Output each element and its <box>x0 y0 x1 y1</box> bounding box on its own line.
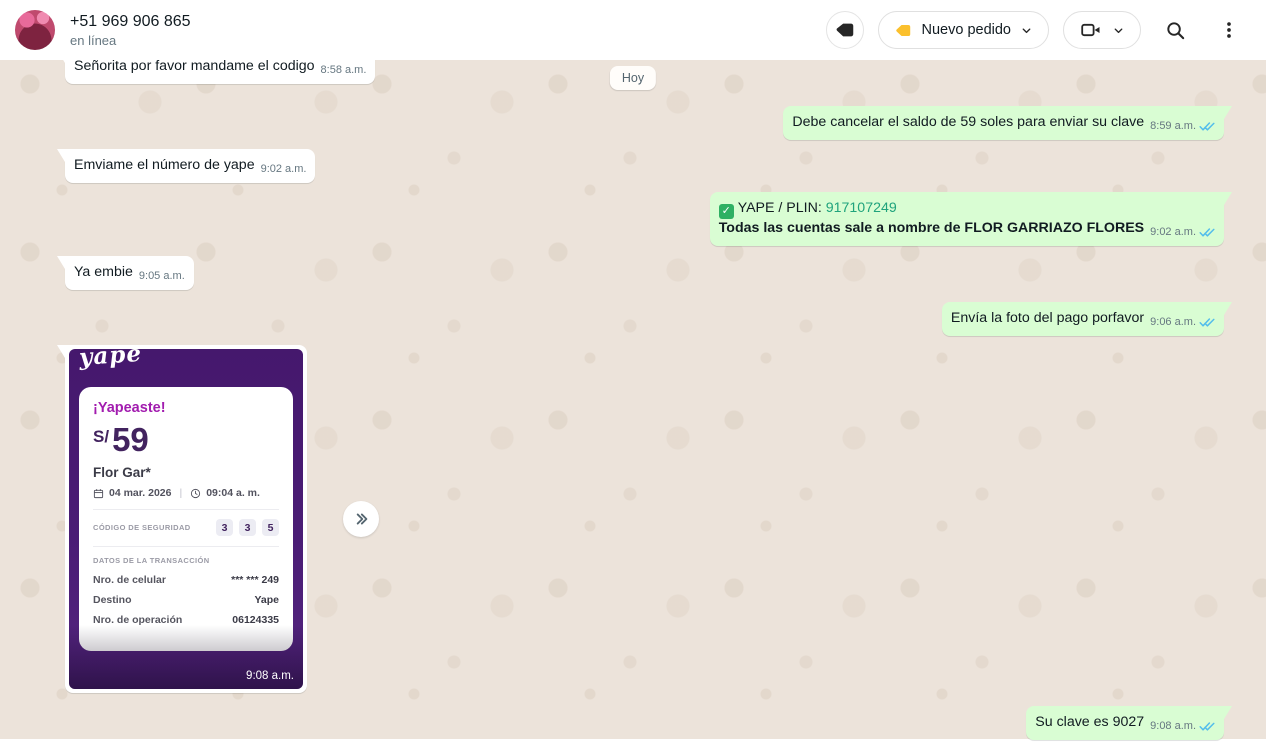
check-emoji: ✓ <box>719 204 734 219</box>
outgoing-message[interactable]: Debe cancelar el saldo de 59 soles para … <box>783 106 1224 140</box>
incoming-message[interactable]: Emviame el número de yape 9:02 a.m. <box>65 149 315 183</box>
transaction-row: Nro. de celular *** *** 249 <box>93 572 279 589</box>
menu-button[interactable] <box>1209 10 1249 50</box>
message-row: Envía la foto del pago porfavor 9:06 a.m… <box>65 302 1224 336</box>
order-tag-icon <box>894 21 913 40</box>
receipt-card: ¡Yapeaste! S/ 59 Flor Gar* 04 mar. 2026 … <box>79 387 293 651</box>
contact-status: en línea <box>70 32 191 50</box>
message-text: YAPE / PLIN: <box>738 200 822 216</box>
message-line-1: ✓ YAPE / PLIN: 917107249 <box>719 199 1215 219</box>
message-row: Su clave es 9027 9:08 a.m. <box>65 706 1224 740</box>
row-value: 06124335 <box>232 612 279 629</box>
receipt-date: 04 mar. 2026 <box>109 487 171 499</box>
video-call-button[interactable] <box>1063 11 1141 49</box>
forward-icon <box>351 509 371 529</box>
row-label: Nro. de celular <box>93 572 166 589</box>
separator: | <box>179 487 182 499</box>
yape-logo: yape <box>78 349 143 371</box>
read-receipt-icon <box>1199 121 1215 132</box>
message-time: 9:02 a.m. <box>261 160 307 179</box>
incoming-image-message[interactable]: yape ¡Yapeaste! S/ 59 Flor Gar* 04 ma <box>65 345 307 693</box>
currency-symbol: S/ <box>93 427 109 447</box>
incoming-message[interactable]: Ya embie 9:05 a.m. <box>65 256 194 290</box>
search-icon <box>1164 19 1187 42</box>
amount-value: 59 <box>112 424 149 456</box>
contact-name: +51 969 906 865 <box>70 11 191 32</box>
read-receipt-icon <box>1199 721 1215 732</box>
receipt-datetime: 04 mar. 2026 | 09:04 a. m. <box>93 487 279 499</box>
whatsapp-window: +51 969 906 865 en línea Nuevo pedido <box>0 0 1266 749</box>
yape-receipt-image[interactable]: yape ¡Yapeaste! S/ 59 Flor Gar* 04 ma <box>69 349 303 689</box>
message-time: 9:08 a.m. <box>1150 717 1196 736</box>
new-order-button[interactable]: Nuevo pedido <box>878 11 1050 49</box>
security-code-label: CÓDIGO DE SEGURIDAD <box>93 523 191 532</box>
security-digit: 5 <box>262 519 279 536</box>
clock-icon <box>190 488 201 499</box>
transaction-data-label: DATOS DE LA TRANSACCIÓN <box>93 556 279 565</box>
outgoing-message[interactable]: Su clave es 9027 9:08 a.m. <box>1026 706 1224 740</box>
forward-message-button[interactable] <box>343 501 379 537</box>
security-digit: 3 <box>216 519 233 536</box>
kebab-menu-icon <box>1218 19 1240 41</box>
transaction-rows: Nro. de celular *** *** 249 Destino Yape… <box>93 572 279 629</box>
message-time: 8:59 a.m. <box>1150 117 1196 136</box>
contact-avatar[interactable] <box>15 10 55 50</box>
row-value: *** *** 249 <box>231 572 279 589</box>
message-row: Ya embie 9:05 a.m. <box>65 256 1224 290</box>
receipt-time: 09:04 a. m. <box>206 487 260 499</box>
label-tag-icon <box>834 19 856 41</box>
row-label: Destino <box>93 592 132 609</box>
phone-number-link[interactable]: 917107249 <box>826 200 897 216</box>
chat-header: +51 969 906 865 en línea Nuevo pedido <box>0 0 1266 60</box>
search-button[interactable] <box>1155 10 1195 50</box>
message-row: Debe cancelar el saldo de 59 soles para … <box>65 106 1224 140</box>
date-divider: Hoy <box>610 66 656 90</box>
message-text: Envía la foto del pago porfavor <box>951 309 1144 328</box>
outgoing-message[interactable]: Envía la foto del pago porfavor 9:06 a.m… <box>942 302 1224 336</box>
contact-info[interactable]: +51 969 906 865 en línea <box>70 11 191 50</box>
message-time: 9:02 a.m. <box>1150 223 1196 242</box>
new-order-label: Nuevo pedido <box>922 22 1012 38</box>
message-row: ✓ YAPE / PLIN: 917107249 Todas las cuenta… <box>65 192 1224 246</box>
chevron-down-icon <box>1020 24 1033 37</box>
transaction-row: Nro. de operación 06124335 <box>93 612 279 629</box>
payee-name: Flor Gar* <box>93 465 279 480</box>
message-time: 8:58 a.m. <box>321 61 367 80</box>
receipt-amount: S/ 59 <box>93 424 279 456</box>
read-receipt-icon <box>1199 227 1215 238</box>
security-digit: 3 <box>239 519 256 536</box>
labels-button[interactable] <box>826 11 864 49</box>
image-message-time: 9:08 a.m. <box>246 670 294 682</box>
security-code-row: CÓDIGO DE SEGURIDAD 3 3 5 <box>93 519 279 536</box>
message-text: Debe cancelar el saldo de 59 soles para … <box>792 113 1144 132</box>
calendar-icon <box>93 488 104 499</box>
receipt-title: ¡Yapeaste! <box>93 400 279 416</box>
security-digits: 3 3 5 <box>216 519 279 536</box>
header-actions: Nuevo pedido <box>826 10 1250 50</box>
outgoing-message[interactable]: ✓ YAPE / PLIN: 917107249 Todas las cuenta… <box>710 192 1224 246</box>
message-text: Ya embie <box>74 263 133 282</box>
message-time: 9:06 a.m. <box>1150 313 1196 332</box>
chevron-down-icon <box>1112 24 1125 37</box>
message-text: Su clave es 9027 <box>1035 713 1144 732</box>
message-time: 9:05 a.m. <box>139 267 185 286</box>
row-label: Nro. de operación <box>93 612 182 629</box>
read-receipt-icon <box>1199 317 1215 328</box>
message-line-2: Todas las cuentas sale a nombre de FLOR … <box>719 219 1144 238</box>
chat-messages-panel[interactable]: Hoy Señorita por favor mandame el codigo… <box>0 50 1266 739</box>
video-camera-icon <box>1079 18 1103 42</box>
message-row: Emviame el número de yape 9:02 a.m. <box>65 149 1224 183</box>
message-text: Emviame el número de yape <box>74 156 255 175</box>
row-value: Yape <box>254 592 279 609</box>
transaction-row: Destino Yape <box>93 592 279 609</box>
message-row: yape ¡Yapeaste! S/ 59 Flor Gar* 04 ma <box>65 345 1224 693</box>
